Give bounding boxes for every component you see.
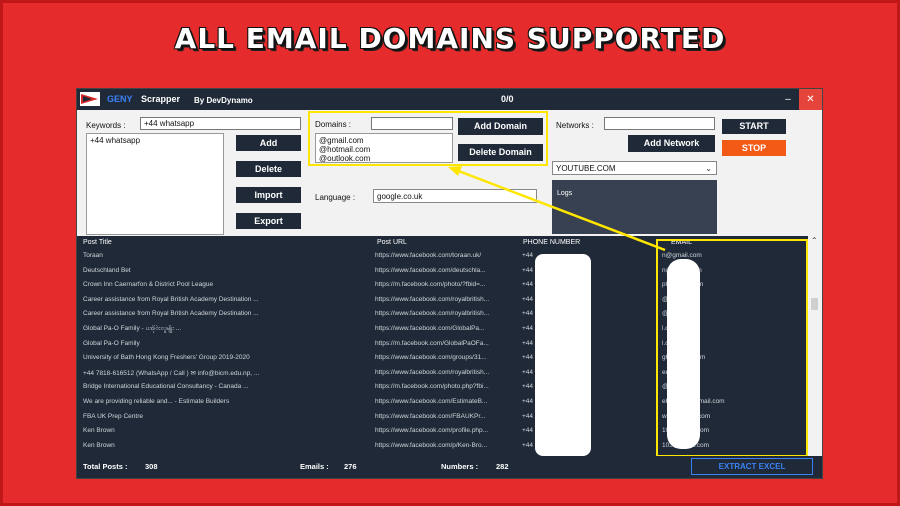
add-keyword-button[interactable]: Add: [236, 135, 301, 151]
post-url-cell: https://www.facebook.com/royalbritish...: [375, 310, 490, 318]
import-button[interactable]: Import: [236, 187, 301, 203]
networks-label: Networks :: [556, 121, 594, 130]
column-header-post-url[interactable]: Post URL: [377, 239, 407, 246]
chevron-down-icon: ⌄: [525, 192, 532, 201]
start-button[interactable]: START: [722, 119, 786, 134]
scrollbar-thumb[interactable]: [811, 298, 818, 310]
emails-value: 276: [344, 462, 357, 471]
post-title-cell: Global Pa-O Family - ပအိုဝ်းလူမျိုး ...: [83, 325, 182, 332]
keyword-input[interactable]: [140, 117, 301, 130]
table-scrollbar[interactable]: ⌃: [808, 236, 822, 456]
emails-label: Emails :: [300, 462, 329, 471]
post-url-cell: https://www.facebook.com/toraan.uk/: [375, 252, 482, 259]
post-title-cell: We are providing reliable and... - Estim…: [83, 398, 230, 405]
app-name-geny: GENY: [107, 94, 133, 104]
network-selected: YOUTUBE.COM: [556, 164, 616, 173]
chevron-down-icon: ⌄: [705, 164, 712, 173]
post-title-cell: Ken Brown: [83, 441, 115, 449]
phone-redaction-mask: [535, 254, 591, 456]
keyword-list-item[interactable]: +44 whatsapp: [90, 136, 220, 145]
post-title-cell: University of Bath Hong Kong Freshers' G…: [83, 354, 250, 362]
delete-keyword-button[interactable]: Delete: [236, 161, 301, 177]
post-title-cell: Global Pa-O Family: [83, 339, 140, 347]
footer-bar: Total Posts : 308 Emails : 276 Numbers :…: [77, 456, 822, 478]
total-posts-label: Total Posts :: [83, 462, 128, 471]
numbers-value: 282: [496, 462, 509, 471]
post-title-cell: +44 7818-616512 (WhatsApp / Call ) ✉ inf…: [83, 369, 260, 377]
post-url-cell: https://m.facebook.com/GlobalPaOFa...: [375, 339, 489, 347]
banner-headline: ALL EMAIL DOMAINS SUPPORTED: [174, 22, 726, 55]
add-network-button[interactable]: Add Network: [628, 135, 715, 152]
language-label: Language :: [315, 193, 356, 202]
post-title-cell: Bridge International Educational Consult…: [83, 383, 249, 391]
app-window: GENY Scrapper By DevDynamo 0/0 – ✕ Keywo…: [77, 89, 822, 478]
post-url-cell: https://www.facebook.com/deutschla...: [375, 266, 486, 274]
close-button[interactable]: ✕: [799, 89, 822, 110]
post-url-cell: https://www.facebook.com/royalbritish...: [375, 368, 490, 376]
post-url-cell: https://www.facebook.com/groups/31...: [375, 354, 487, 362]
network-input[interactable]: [604, 117, 715, 130]
domains-highlight-box: [308, 111, 548, 166]
post-title-cell: Ken Brown: [83, 427, 115, 435]
post-url-cell: https://www.facebook.com/GlobalPa...: [375, 325, 485, 332]
title-bar: GENY Scrapper By DevDynamo 0/0 – ✕: [77, 89, 822, 110]
extract-excel-button[interactable]: EXTRACT EXCEL: [691, 458, 813, 475]
post-url-cell: https://www.facebook.com/royalbritish...: [375, 295, 490, 303]
post-title-cell: Career assistance from Royal British Aca…: [83, 295, 259, 303]
post-url-cell: https://m.facebook.com/photo/?fbid=...: [375, 281, 486, 289]
app-logo-icon: [80, 92, 100, 106]
progress-counter: 0/0: [501, 94, 514, 104]
post-title-cell: Career assistance from Royal British Aca…: [83, 310, 259, 318]
keyword-list[interactable]: +44 whatsapp: [86, 133, 224, 235]
post-title-cell: Toraan: [83, 252, 103, 259]
post-title-cell: Crown Inn Caernarfon & District Pool Lea…: [83, 281, 214, 289]
author-label: By DevDynamo: [194, 96, 253, 105]
post-url-cell: https://www.facebook.com/EstimateB...: [375, 398, 488, 405]
column-header-post-title[interactable]: Post Title: [83, 239, 112, 246]
post-title-cell: FBA UK Prep Centre: [83, 412, 143, 420]
post-url-cell: https://www.facebook.com/profile.php...: [375, 427, 489, 435]
language-select[interactable]: google.co.uk ⌄: [373, 189, 537, 203]
language-selected: google.co.uk: [377, 192, 423, 201]
post-url-cell: https://m.facebook.com/photo.php?fbi...: [375, 383, 489, 391]
post-title-cell: Deutschland Bet: [83, 266, 131, 274]
post-url-cell: https://www.facebook.com/p/Ken-Bro...: [375, 441, 487, 449]
total-posts-value: 308: [145, 462, 158, 471]
scroll-up-icon[interactable]: ⌃: [811, 236, 818, 245]
logs-label: Logs: [557, 190, 573, 197]
logs-panel: Logs: [552, 180, 717, 234]
numbers-label: Numbers :: [441, 462, 479, 471]
minimize-button[interactable]: –: [777, 89, 799, 110]
post-url-cell: https://www.facebook.com/FBAUKPr...: [375, 412, 486, 420]
keywords-label: Keywords :: [86, 121, 126, 130]
export-button[interactable]: Export: [236, 213, 301, 229]
email-redaction-mask: [667, 259, 700, 449]
stop-button[interactable]: STOP: [722, 140, 786, 156]
network-select[interactable]: YOUTUBE.COM ⌄: [552, 161, 717, 175]
app-name-scrapper: Scrapper: [141, 94, 181, 104]
column-header-phone[interactable]: PHONE NUMBER: [523, 239, 580, 246]
